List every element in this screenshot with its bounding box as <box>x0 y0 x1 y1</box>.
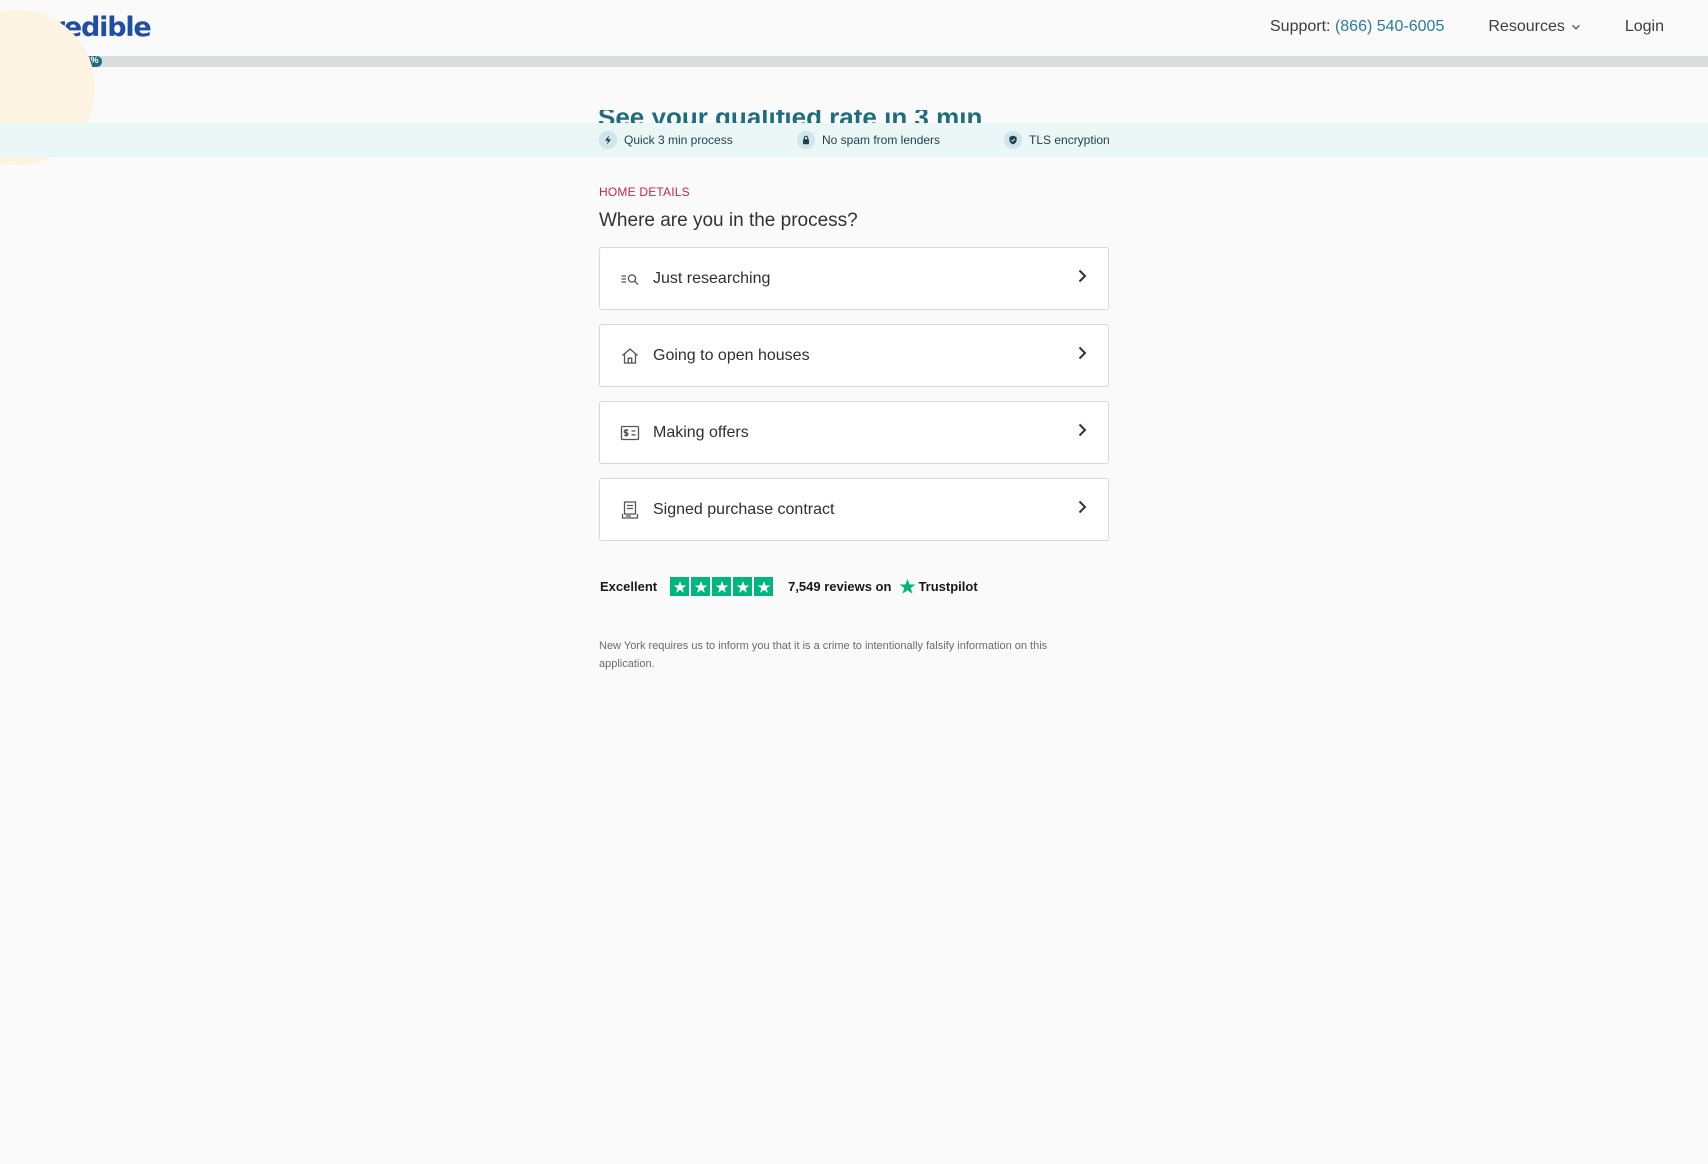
top-nav: Support: (866) 540-6005 Resources Login <box>1270 18 1664 36</box>
option-label: Making offers <box>653 423 749 441</box>
trust-label: TLS encryption <box>1029 133 1110 147</box>
option-list: Just researching Going to open houses Ma… <box>599 247 1109 555</box>
option-open-houses[interactable]: Going to open houses <box>599 324 1109 387</box>
chevron-right-icon <box>1076 346 1088 365</box>
trustpilot-star-icon <box>712 577 732 596</box>
trust-item-quick: Quick 3 min process <box>599 131 733 149</box>
research-search-icon <box>619 268 641 290</box>
support-phone-link[interactable]: (866) 540-6005 <box>1335 18 1444 35</box>
option-label: Signed purchase contract <box>653 500 835 518</box>
option-label: Going to open houses <box>653 346 810 364</box>
trustpilot-brand: Trustpilot <box>918 579 978 594</box>
trust-strip: Quick 3 min process No spam from lenders… <box>0 123 1708 157</box>
trust-item-no-spam: No spam from lenders <box>797 131 940 149</box>
trustpilot-star-icon <box>754 577 774 596</box>
contract-document-icon <box>619 499 641 521</box>
support-label: Support: <box>1270 18 1331 35</box>
trustpilot-star-icon <box>691 577 711 596</box>
trustpilot-star-icon <box>670 577 690 596</box>
star-icon <box>899 578 916 594</box>
login-link[interactable]: Login <box>1625 18 1664 36</box>
trustpilot-stars <box>670 577 774 596</box>
option-just-researching[interactable]: Just researching <box>599 247 1109 310</box>
chevron-right-icon <box>1076 423 1088 442</box>
shield-icon <box>1004 131 1022 149</box>
section-label: HOME DETAILS <box>599 185 690 199</box>
house-icon <box>619 345 641 367</box>
option-label: Just researching <box>653 269 771 287</box>
trust-item-tls: TLS encryption <box>1004 131 1110 149</box>
lightning-icon <box>599 131 617 149</box>
dollar-offer-icon <box>619 422 641 444</box>
chevron-right-icon <box>1076 269 1088 288</box>
trustpilot-star-icon <box>733 577 753 596</box>
partial-headline: See your qualified rate in 3 min <box>598 110 1038 124</box>
trust-label: No spam from lenders <box>822 133 941 147</box>
trustpilot-widget[interactable]: Excellent 7,549 reviews on Trustpilot <box>600 577 978 596</box>
trustpilot-reviews-count: 7,549 reviews on <box>788 579 892 594</box>
legal-disclaimer: New York requires us to inform you that … <box>599 640 1048 670</box>
trustpilot-rating-label: Excellent <box>600 579 658 594</box>
support-info: Support: (866) 540-6005 <box>1270 18 1444 36</box>
trust-label: Quick 3 min process <box>624 133 733 147</box>
chevron-down-icon <box>1571 24 1580 30</box>
option-signed-contract[interactable]: Signed purchase contract <box>599 478 1109 541</box>
question-heading: Where are you in the process? <box>599 210 858 231</box>
option-making-offers[interactable]: Making offers <box>599 401 1109 464</box>
trustpilot-logo: Trustpilot <box>899 578 978 595</box>
resources-menu[interactable]: Resources <box>1488 18 1580 36</box>
resources-label: Resources <box>1488 18 1565 35</box>
site-header: credible Support: (866) 540-6005 Resourc… <box>0 0 1708 56</box>
progress-bar: 6% <box>0 55 1708 67</box>
chevron-right-icon <box>1076 500 1088 519</box>
lock-icon <box>797 131 815 149</box>
